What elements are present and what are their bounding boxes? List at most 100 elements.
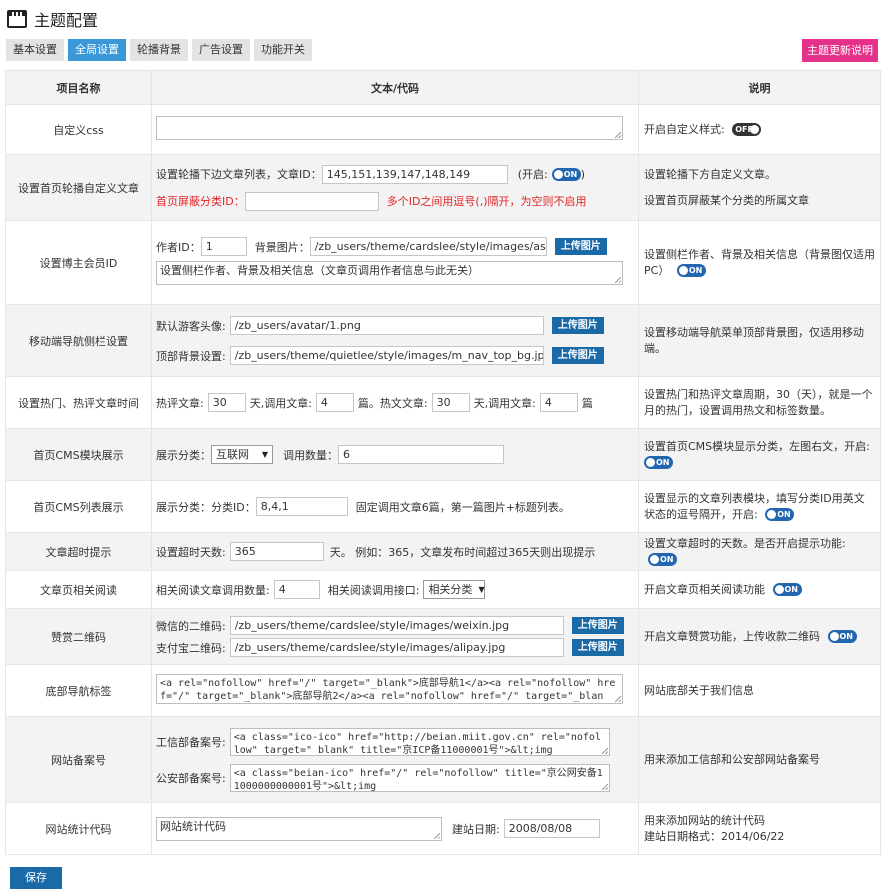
- author-id-label: 作者ID：: [156, 240, 201, 254]
- row-description: 用来添加工信部和公安部网站备案号: [638, 716, 881, 803]
- hot-articles-label: 篇。热文文章:: [357, 396, 428, 410]
- upload-image-button[interactable]: 上传图片: [554, 238, 607, 255]
- related-count-input[interactable]: 4: [273, 580, 320, 599]
- display-category-label: 展示分类：: [156, 448, 211, 462]
- article-ids-input[interactable]: 145,151,139,147,148,149: [321, 164, 508, 184]
- title-bar: 主题配置: [7, 8, 98, 30]
- stats-code-textarea[interactable]: 网站统计代码: [156, 816, 442, 841]
- save-button[interactable]: 保存: [10, 867, 62, 889]
- row-label: 设置热门、热评文章时间: [5, 376, 152, 429]
- hot-days-input[interactable]: 30: [431, 393, 470, 412]
- row-label: 网站备案号: [5, 716, 152, 803]
- top-background-input[interactable]: /zb_users/theme/quietlee/style/images/m_…: [229, 346, 544, 365]
- wechat-qr-label: 微信的二维码:: [156, 619, 226, 633]
- table-row: 自定义css 开启自定义样式: OFF: [5, 104, 881, 155]
- hot-count-input[interactable]: 4: [539, 393, 578, 412]
- upload-image-button[interactable]: 上传图片: [551, 317, 604, 334]
- row-description: 设置显示的文章列表模块，填写分类ID用英文状态的逗号隔开，开启:: [644, 491, 865, 521]
- police-beian-textarea[interactable]: <a class="beian-ico" href="/" rel="nofol…: [229, 763, 610, 792]
- row-label: 底部导航标签: [5, 664, 152, 717]
- background-image-label: 背景图片：: [254, 240, 310, 254]
- category-id-input[interactable]: 8,4,1: [255, 497, 348, 516]
- alipay-qr-input[interactable]: /zb_users/theme/cardslee/style/images/al…: [229, 638, 564, 657]
- row-description: 开启自定义样式:: [644, 122, 725, 136]
- upload-image-button[interactable]: 上传图片: [551, 347, 604, 364]
- timeout-days-input[interactable]: 365: [229, 542, 324, 561]
- row-label: 网站统计代码: [5, 802, 152, 855]
- table-row: 设置首页轮播自定义文章 设置轮播下边文章列表，文章ID： 145,151,139…: [5, 154, 881, 221]
- tab-bar: 基本设置 全局设置 轮播背景 广告设置 功能开关: [6, 39, 312, 61]
- row-description: 网站底部关于我们信息: [638, 664, 881, 717]
- table-row: 首页CMS模块展示 展示分类： 互联网 ▼ 调用数量： 6 设置首页CMS模块显…: [5, 428, 881, 481]
- background-image-input[interactable]: /zb_users/theme/cardslee/style/images/as…: [309, 237, 547, 256]
- hot-comment-days-input[interactable]: 30: [207, 393, 246, 412]
- row-description: 用来添加网站的统计代码: [644, 813, 765, 827]
- table-row: 文章超时提示 设置超时天数: 365 天。 例如：365，文章发布时间超过365…: [5, 532, 881, 571]
- related-api-label: 相关阅读调用接口:: [327, 583, 420, 597]
- header-item-name: 项目名称: [5, 70, 152, 105]
- carousel-toggle[interactable]: ON: [551, 167, 581, 181]
- block-category-input[interactable]: [244, 191, 379, 211]
- row-description: 开启文章页相关阅读功能: [644, 582, 765, 596]
- table-row: 移动端导航侧栏设置 默认游客头像: /zb_users/avatar/1.png…: [5, 304, 881, 377]
- close-paren: ): [580, 167, 586, 181]
- tab-feature-switches[interactable]: 功能开关: [254, 39, 312, 61]
- top-background-label: 顶部背景设置:: [156, 349, 226, 363]
- related-api-select[interactable]: 相关分类 ▼: [423, 580, 486, 599]
- call-count-input[interactable]: 6: [338, 445, 504, 464]
- timeout-toggle[interactable]: ON: [648, 553, 677, 566]
- tab-carousel-background[interactable]: 轮播背景: [130, 39, 188, 61]
- config-table: 项目名称 文本/代码 说明 自定义css 开启自定义样式: OFF 设置首页轮播…: [5, 70, 881, 855]
- row-label: 首页CMS列表展示: [5, 480, 152, 533]
- footer-nav-textarea[interactable]: <a rel="nofollow" href="/" target="_blan…: [156, 674, 623, 704]
- days-call-label: 天,调用文章:: [473, 396, 536, 410]
- related-api-value: 相关分类: [428, 583, 473, 596]
- row-label: 首页CMS模块展示: [5, 428, 152, 481]
- table-row: 网站统计代码 网站统计代码 建站日期: 2008/08/08 用来添加网站的统计…: [5, 802, 881, 855]
- upload-image-button[interactable]: 上传图片: [571, 617, 624, 634]
- table-row: 底部导航标签 <a rel="nofollow" href="/" target…: [5, 664, 881, 717]
- tab-global-settings[interactable]: 全局设置: [68, 39, 126, 61]
- cms-list-toggle[interactable]: ON: [765, 508, 795, 521]
- blogger-toggle[interactable]: ON: [676, 264, 706, 277]
- author-id-input[interactable]: 1: [200, 237, 247, 256]
- article-ids-label: 设置轮播下边文章列表，文章ID：: [156, 168, 322, 181]
- category-select[interactable]: 互联网 ▼: [211, 445, 273, 464]
- custom-css-toggle[interactable]: OFF: [732, 123, 762, 136]
- upload-image-button[interactable]: 上传图片: [571, 639, 624, 656]
- row-label: 设置博主会员ID: [5, 220, 152, 305]
- cms-module-toggle[interactable]: ON: [644, 456, 673, 469]
- dropdown-arrow-icon: ▼: [261, 450, 268, 459]
- row-description: 设置移动端导航菜单顶部背景图，仅适用移动端。: [638, 304, 881, 377]
- row-description: 设置热门和热评文章周期，30（天），就是一个月的热门，设置调用热文和标签数量。: [638, 376, 881, 429]
- theme-update-notes-button[interactable]: 主题更新说明: [802, 39, 878, 62]
- site-date-input[interactable]: 2008/08/08: [503, 819, 600, 838]
- avatar-input[interactable]: /zb_users/avatar/1.png: [229, 316, 544, 335]
- timeout-hint: 天。 例如：365，文章发布时间超过365天则出现提示: [329, 545, 596, 559]
- author-info-textarea[interactable]: 设置侧栏作者、背景及相关信息（文章页调用作者信息与此无关）: [156, 261, 623, 285]
- wechat-qr-input[interactable]: /zb_users/theme/cardslee/style/images/we…: [229, 616, 564, 635]
- row-label: 移动端导航侧栏设置: [5, 304, 152, 377]
- tab-ad-settings[interactable]: 广告设置: [192, 39, 250, 61]
- row-description: 设置文章超时的天数。是否开启提示功能:: [644, 536, 846, 550]
- block-category-hint: 多个ID之间用逗号(,)隔开，为空则不启用: [386, 195, 587, 208]
- table-row: 文章页相关阅读 相关阅读文章调用数量: 4 相关阅读调用接口: 相关分类 ▼ 开…: [5, 570, 881, 609]
- reward-toggle[interactable]: ON: [827, 630, 857, 643]
- miit-beian-label: 工信部备案号:: [156, 735, 226, 749]
- row-description: 设置轮播下方自定义文章。: [644, 167, 776, 181]
- table-header-row: 项目名称 文本/代码 说明: [5, 70, 881, 105]
- table-row: 设置博主会员ID 作者ID： 1 背景图片： /zb_users/theme/c…: [5, 220, 881, 305]
- related-toggle[interactable]: ON: [772, 583, 802, 596]
- days-call-label: 天,调用文章:: [249, 396, 312, 410]
- table-row: 赞赏二维码 微信的二维码: /zb_users/theme/cardslee/s…: [5, 608, 881, 665]
- hot-comment-count-input[interactable]: 4: [315, 393, 354, 412]
- miit-beian-textarea[interactable]: <a class="ico-ico" href="http://beian.mi…: [229, 727, 610, 756]
- tab-basic-settings[interactable]: 基本设置: [6, 39, 64, 61]
- custom-css-textarea[interactable]: [156, 116, 623, 140]
- row-label: 自定义css: [5, 104, 152, 155]
- alipay-qr-label: 支付宝二维码:: [156, 641, 226, 655]
- row-label: 赞赏二维码: [5, 608, 152, 665]
- timeout-days-label: 设置超时天数:: [156, 545, 226, 559]
- window-icon: [7, 10, 27, 28]
- hot-comment-label: 热评文章:: [156, 396, 204, 410]
